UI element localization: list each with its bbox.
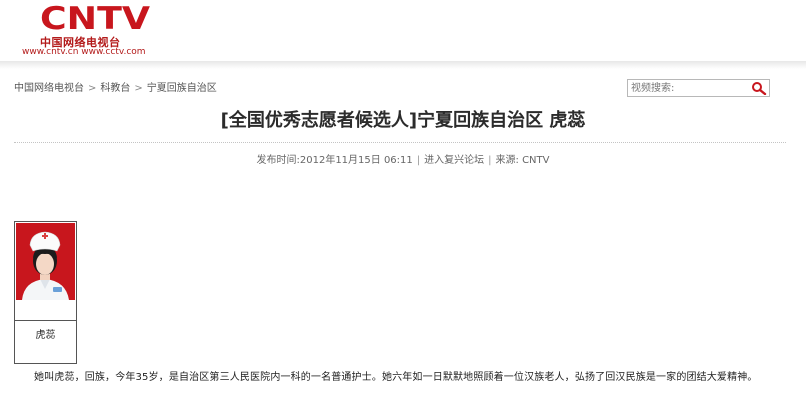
breadcrumb-item-home[interactable]: 中国网络电视台	[14, 83, 84, 94]
video-search-input[interactable]	[628, 80, 741, 96]
volunteer-photo-card: 虎蕊	[14, 221, 77, 364]
site-logo[interactable]: CNTV 中国网络电视台 www.cntv.cn www.cctv.com	[18, 4, 153, 60]
title-divider	[14, 142, 786, 143]
cntv-logo-icon: CNTV	[40, 4, 150, 32]
breadcrumb-item-science[interactable]: 科教台	[100, 83, 130, 94]
search-icon[interactable]	[751, 81, 767, 95]
publish-time: 发布时间:2012年11月15日 06:11	[256, 155, 413, 166]
article-body-paragraph: 她叫虎蕊，回族，今年35岁，是自治区第三人民医院内一科的一名普通护士。她六年如一…	[34, 372, 758, 383]
article-meta: 发布时间:2012年11月15日 06:11 | 进入复兴论坛 | 来源: CNTV	[0, 151, 806, 166]
volunteer-portrait-image	[16, 223, 75, 300]
breadcrumb-item-ningxia[interactable]: 宁夏回族自治区	[147, 83, 217, 94]
article-source: 来源: CNTV	[495, 155, 550, 166]
header-divider-band	[0, 61, 806, 69]
photo-caption-divider	[15, 320, 76, 321]
breadcrumb: 中国网络电视台 > 科教台 > 宁夏回族自治区	[14, 79, 217, 94]
logo-urls: www.cntv.cn www.cctv.com	[22, 47, 146, 57]
meta-separator: |	[488, 155, 492, 166]
logo-text: CNTV	[40, 4, 150, 32]
breadcrumb-separator: >	[88, 83, 97, 94]
forum-link[interactable]: 进入复兴论坛	[424, 155, 484, 166]
breadcrumb-separator: >	[134, 83, 143, 94]
article-title: [全国优秀志愿者候选人]宁夏回族自治区 虎蕊	[220, 110, 586, 131]
meta-separator: |	[416, 155, 421, 166]
photo-caption: 虎蕊	[35, 330, 56, 341]
video-search-box	[627, 79, 770, 97]
